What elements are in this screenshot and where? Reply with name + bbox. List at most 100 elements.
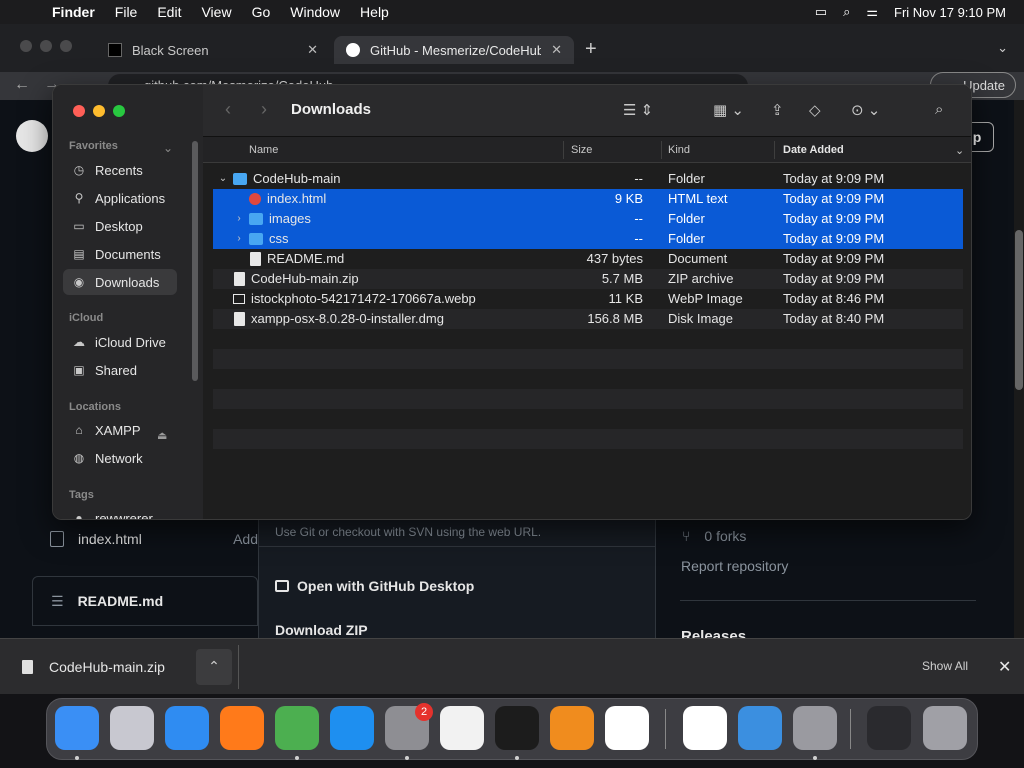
dock-vscode-icon[interactable] xyxy=(605,706,649,750)
cloud-icon: ☁ xyxy=(73,335,85,349)
search-icon[interactable]: ⌕ xyxy=(935,101,943,118)
dock-safari-icon[interactable] xyxy=(165,706,209,750)
dock-finder-window-icon[interactable] xyxy=(867,706,911,750)
file-row[interactable]: ⌄ CodeHub-main -- Folder Today at 9:09 PM xyxy=(213,169,963,189)
dock-area: 2 xyxy=(0,694,1024,768)
column-size[interactable]: Size xyxy=(571,144,592,156)
sidebar-item-applications[interactable]: ⚲ Applications xyxy=(63,185,177,211)
eject-icon[interactable]: ⏏ xyxy=(157,429,167,442)
dock-weather-icon[interactable] xyxy=(738,706,782,750)
more-actions-icon[interactable]: ⊙ ⌄ xyxy=(851,101,880,119)
zoom-window-button[interactable] xyxy=(113,105,125,117)
github-logo-icon[interactable] xyxy=(16,120,48,152)
menu-clock[interactable]: Fri Nov 17 9:10 PM xyxy=(894,5,1006,20)
column-divider[interactable] xyxy=(661,141,662,159)
spotlight-search-icon[interactable]: ⌕ xyxy=(843,4,850,20)
new-tab-icon[interactable]: + xyxy=(585,38,597,61)
download-item-name[interactable]: CodeHub-main.zip xyxy=(49,659,165,675)
tab-black-screen[interactable]: Black Screen ✕ xyxy=(96,36,330,64)
menu-help[interactable]: Help xyxy=(350,4,399,20)
finder-sidebar: Favorites ⌄ ◷ Recents ⚲ Applications ▭ D… xyxy=(53,85,203,520)
group-by-icon[interactable]: ▦ ⌄ xyxy=(713,101,744,119)
file-row[interactable]: CodeHub-main.zip 5.7 MB ZIP archive Today a… xyxy=(213,269,963,289)
close-icon[interactable]: ✕ xyxy=(307,42,318,58)
disclosure-collapsed-icon[interactable]: › xyxy=(233,213,245,224)
column-name[interactable]: Name xyxy=(249,144,278,156)
dock-terminal-icon[interactable] xyxy=(495,706,539,750)
sidebar-item-network[interactable]: ◍ Network xyxy=(63,445,177,471)
dock-textedit-icon[interactable] xyxy=(440,706,484,750)
back-arrow-icon[interactable]: ← xyxy=(14,76,30,94)
file-name-cell: › images xyxy=(233,211,311,226)
file-row[interactable]: istockphoto-542171472-170667a.webp 11 KB W… xyxy=(213,289,963,309)
disclosure-collapsed-icon[interactable]: › xyxy=(233,233,245,244)
dock-chrome-icon[interactable] xyxy=(275,706,319,750)
page-scrollbar[interactable] xyxy=(1014,100,1024,638)
sidebar-scrollbar[interactable] xyxy=(192,141,198,381)
minimize-window-button[interactable] xyxy=(93,105,105,117)
forward-chevron-icon[interactable]: › xyxy=(261,99,267,120)
file-date-added: Today at 8:40 PM xyxy=(783,311,885,326)
window-close-dim[interactable] xyxy=(20,40,32,52)
control-center-icon[interactable]: ⚌ xyxy=(866,4,878,20)
file-name: istockphoto-542171472-170667a.webp xyxy=(251,291,476,306)
dock-app-store-icon[interactable] xyxy=(330,706,374,750)
dock-garageband-icon[interactable] xyxy=(550,706,594,750)
menu-app-name[interactable]: Finder xyxy=(50,4,105,20)
back-chevron-icon[interactable]: ‹ xyxy=(225,99,231,120)
column-date-added[interactable]: Date Added xyxy=(783,144,844,156)
dock-firefox-icon[interactable] xyxy=(220,706,264,750)
scrollbar-thumb[interactable] xyxy=(1015,230,1023,390)
window-minimize-dim[interactable] xyxy=(40,40,52,52)
file-row[interactable]: README.md 437 bytes Document Today at 9:09 … xyxy=(213,249,963,269)
menu-window[interactable]: Window xyxy=(280,4,350,20)
close-window-button[interactable] xyxy=(73,105,85,117)
forks-stat[interactable]: ⑂ 0 forks xyxy=(682,528,746,544)
disclosure-expanded-icon[interactable]: ⌄ xyxy=(217,173,229,184)
dock-system-preferences-icon[interactable] xyxy=(793,706,837,750)
list-icon[interactable]: ☰ xyxy=(51,593,64,610)
show-all-button[interactable]: Show All xyxy=(922,659,968,673)
chevron-down-icon[interactable]: ⌄ xyxy=(163,141,173,155)
file-row[interactable]: › css -- Folder Today at 9:09 PM xyxy=(213,229,963,249)
column-divider[interactable] xyxy=(774,141,775,159)
dock-launchpad-icon[interactable] xyxy=(110,706,154,750)
open-with-desktop-link[interactable]: Open with GitHub Desktop xyxy=(275,578,474,594)
column-kind[interactable]: Kind xyxy=(668,144,690,156)
menu-view[interactable]: View xyxy=(191,4,241,20)
sidebar-item-tag[interactable]: ● rewwrerer xyxy=(63,505,177,520)
close-icon[interactable]: ✕ xyxy=(998,657,1011,677)
tab-search-chevron-icon[interactable]: ⌄ xyxy=(997,40,1008,56)
repo-file-name[interactable]: index.html xyxy=(78,531,142,547)
window-zoom-dim[interactable] xyxy=(60,40,72,52)
file-row[interactable]: › images -- Folder Today at 9:09 PM xyxy=(213,209,963,229)
tag-icon[interactable]: ◇ xyxy=(809,101,821,119)
menu-go[interactable]: Go xyxy=(242,4,281,20)
file-row[interactable]: xampp-osx-8.0.28-0-installer.dmg 156.8 MB… xyxy=(213,309,963,329)
menu-file[interactable]: File xyxy=(105,4,148,20)
sidebar-item-downloads[interactable]: ◉ Downloads xyxy=(63,269,177,295)
close-icon[interactable]: ✕ xyxy=(551,42,562,58)
sidebar-item-shared[interactable]: ▣ Shared xyxy=(63,357,177,383)
menu-edit[interactable]: Edit xyxy=(147,4,191,20)
sidebar-item-documents[interactable]: ▤ Documents xyxy=(63,241,177,267)
sort-chevron-icon[interactable]: ⌄ xyxy=(955,144,964,157)
dock-visual-studio-icon[interactable] xyxy=(683,706,727,750)
dock-finder-icon[interactable] xyxy=(55,706,99,750)
sidebar-item-icloud-drive[interactable]: ☁ iCloud Drive xyxy=(63,329,177,355)
sidebar-section-tags: Tags xyxy=(69,489,94,501)
dock-system-settings-icon[interactable]: 2 xyxy=(385,703,433,750)
repo-file-row[interactable]: index.html Add xyxy=(32,520,258,558)
share-icon[interactable]: ⇪ xyxy=(771,101,784,119)
screen-mirroring-icon[interactable]: ▭ xyxy=(815,4,827,20)
column-divider[interactable] xyxy=(563,141,564,159)
file-row[interactable]: index.html 9 KB HTML text Today at 9:09 PM xyxy=(213,189,963,209)
tab-github[interactable]: GitHub - Mesmerize/CodeHub ✕ xyxy=(334,36,574,64)
dock-trash-icon[interactable] xyxy=(923,706,967,750)
download-options-chevron-icon[interactable]: ⌃ xyxy=(196,649,232,685)
download-zip-link[interactable]: Download ZIP xyxy=(275,622,368,638)
sidebar-item-desktop[interactable]: ▭ Desktop xyxy=(63,213,177,239)
report-repository-link[interactable]: Report repository xyxy=(681,558,788,574)
sidebar-item-recents[interactable]: ◷ Recents xyxy=(63,157,177,183)
list-view-icon[interactable]: ☰ ⇕ xyxy=(623,101,653,119)
